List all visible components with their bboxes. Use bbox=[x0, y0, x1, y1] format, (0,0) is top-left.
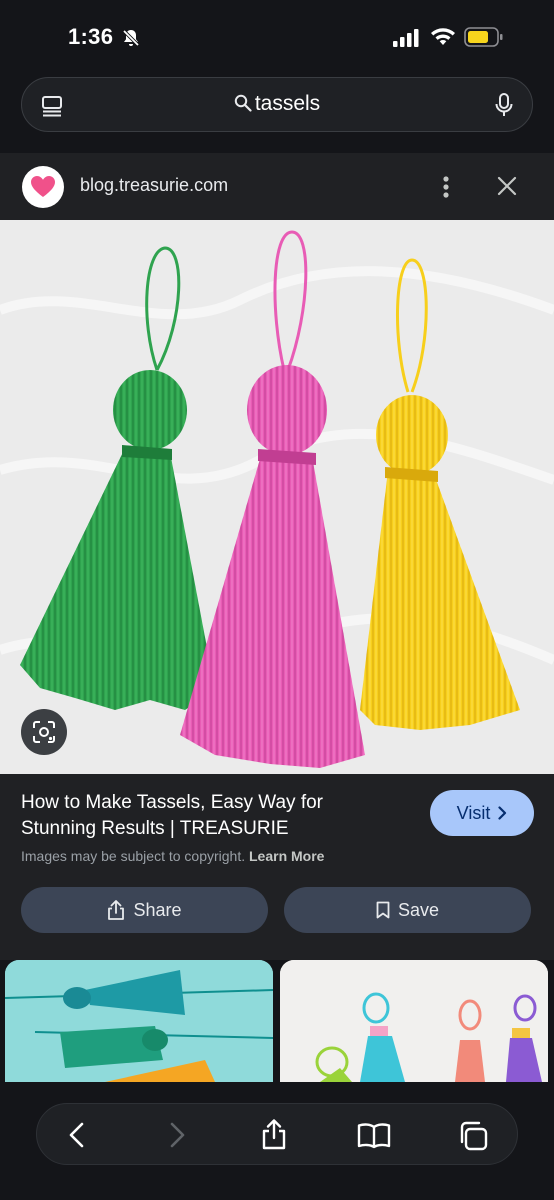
visit-button[interactable]: Visit bbox=[430, 790, 534, 836]
share-label: Share bbox=[133, 899, 182, 920]
more-options-icon[interactable] bbox=[438, 174, 454, 200]
cellular-signal-icon bbox=[393, 29, 419, 47]
tassels-illustration bbox=[0, 220, 554, 774]
toolbar-pill bbox=[36, 1103, 518, 1165]
back-icon[interactable] bbox=[67, 1121, 87, 1149]
copyright-notice: Images may be subject to copyright. Lear… bbox=[21, 848, 324, 864]
bookmarks-icon[interactable] bbox=[357, 1121, 391, 1149]
source-domain[interactable]: blog.treasurie.com bbox=[80, 175, 228, 196]
source-header: blog.treasurie.com bbox=[0, 153, 554, 220]
close-icon[interactable] bbox=[497, 176, 517, 196]
wifi-icon bbox=[431, 28, 455, 45]
save-button[interactable]: Save bbox=[284, 887, 531, 933]
battery-icon bbox=[464, 27, 503, 47]
search-bar[interactable]: tassels bbox=[21, 77, 533, 132]
related-image-thumbnail[interactable] bbox=[5, 960, 273, 1082]
silent-bell-icon bbox=[122, 29, 140, 47]
forward-icon[interactable] bbox=[167, 1121, 187, 1149]
learn-more-link[interactable]: Learn More bbox=[249, 848, 324, 864]
chevron-right-icon bbox=[498, 806, 507, 820]
tabs-icon[interactable] bbox=[458, 1121, 488, 1151]
related-image-thumbnail[interactable] bbox=[280, 960, 548, 1082]
visit-label: Visit bbox=[456, 802, 491, 823]
tassels-image[interactable] bbox=[0, 220, 554, 774]
bookmark-icon bbox=[376, 901, 390, 919]
microphone-icon[interactable] bbox=[494, 93, 514, 117]
search-query-field[interactable]: tassels bbox=[22, 92, 532, 116]
heart-icon bbox=[31, 176, 55, 197]
save-label: Save bbox=[397, 899, 440, 920]
search-icon bbox=[234, 94, 252, 112]
result-title[interactable]: How to Make Tassels, Easy Way for Stunni… bbox=[21, 790, 401, 842]
google-lens-button[interactable] bbox=[21, 709, 67, 755]
browser-toolbar bbox=[0, 1082, 554, 1200]
status-time: 1:36 bbox=[68, 24, 114, 49]
search-query-text: tassels bbox=[254, 92, 321, 115]
copyright-text: Images may be subject to copyright. bbox=[21, 848, 246, 864]
teal-tassels-thumbnail bbox=[5, 960, 273, 1082]
lens-icon bbox=[33, 721, 55, 743]
multicolor-tassels-thumbnail bbox=[280, 960, 548, 1082]
result-details: How to Make Tassels, Easy Way for Stunni… bbox=[0, 774, 554, 960]
share-icon[interactable] bbox=[260, 1118, 288, 1150]
status-bar: 1:36 bbox=[0, 0, 554, 70]
site-favicon bbox=[22, 166, 64, 208]
share-icon bbox=[108, 900, 125, 920]
share-button[interactable]: Share bbox=[21, 887, 268, 933]
